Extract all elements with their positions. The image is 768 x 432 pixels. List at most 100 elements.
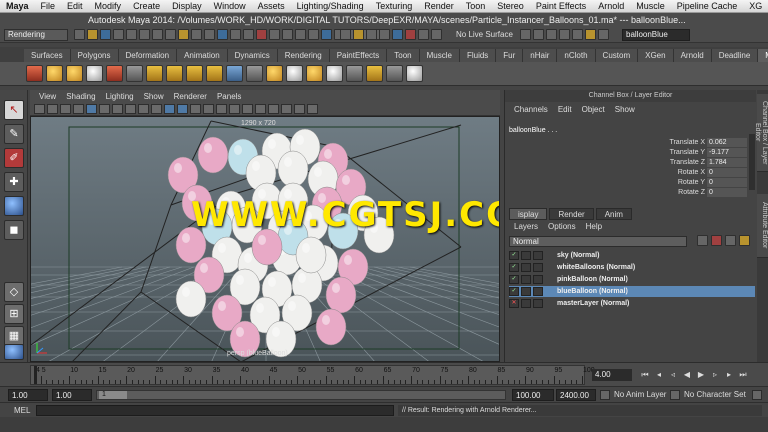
shelf-tab-polygons[interactable]: Polygons [70,49,119,62]
paint-select-tool-icon[interactable]: ✐ [4,148,24,168]
ibl-icon[interactable] [26,65,43,82]
layer-row[interactable]: ✕ masterLayer (Normal) [509,298,755,309]
attribute-row[interactable]: Translate X 0.062 [625,138,755,147]
range-bar[interactable]: 1 [96,390,506,400]
mask-dynamics-icon[interactable] [256,29,267,40]
shelf-tab-deformation[interactable]: Deformation [118,49,178,62]
smooth-shade-icon[interactable] [177,103,188,114]
layer-row[interactable]: ✓ sky (Normal) [509,250,755,261]
open-scene-icon[interactable] [87,29,98,40]
layer-menu-help[interactable]: Help [581,222,607,231]
balloon[interactable] [197,136,229,174]
image-plane-icon[interactable] [73,103,84,114]
attribute-row[interactable]: Rotate Y0 [625,178,755,187]
select-camera-icon[interactable] [34,103,45,114]
new-layer-from-selection-icon[interactable] [725,235,736,246]
move-tool-icon[interactable]: ✚ [4,172,24,192]
hypershade-icon[interactable] [392,29,403,40]
anim-layer-select[interactable]: No Anim Layer [614,389,666,401]
go-to-end-icon[interactable]: ⏭ [738,370,748,380]
outliner-layout-icon[interactable] [4,344,24,360]
snap-grid-icon[interactable] [321,29,332,40]
resolution-gate-icon[interactable] [112,103,123,114]
balloon[interactable] [315,308,347,346]
current-time-marker[interactable] [34,366,37,384]
layer-menu-options[interactable]: Options [543,222,581,231]
node-name[interactable]: balloonBlue . . . [505,126,756,136]
xray-joints-icon[interactable] [255,103,266,114]
preferences-icon[interactable] [752,390,762,400]
soccer-ball-icon[interactable] [306,65,323,82]
redo-icon[interactable] [126,29,137,40]
render-layers-icon[interactable] [206,65,223,82]
arnold-render-icon[interactable] [405,29,416,40]
layer-visibility-icon[interactable]: ✓ [509,287,519,296]
anti-aliasing-icon[interactable] [307,103,318,114]
panel-menu-renderer[interactable]: Renderer [169,92,212,101]
layer-tab-isplay[interactable]: isplay [509,208,548,220]
go-to-start-icon[interactable]: ⏮ [640,370,650,380]
attribute-value[interactable]: 0 [707,168,747,177]
rename-icon[interactable] [431,29,442,40]
mask-surfaces-icon[interactable] [230,29,241,40]
menu-pipeline-cache[interactable]: Pipeline Cache [671,1,744,11]
sidebar-toggle-icon[interactable] [585,29,596,40]
field-chart-icon[interactable] [138,103,149,114]
gate-mask-icon[interactable] [125,103,136,114]
dice-icon[interactable] [366,65,383,82]
layer-menu-layers[interactable]: Layers [509,222,543,231]
ipr-render-icon[interactable] [366,29,377,40]
layer-color-icon[interactable] [533,287,543,296]
layer-visibility-icon[interactable]: ✓ [509,275,519,284]
layer-playback-icon[interactable] [521,275,531,284]
shelf-tab-deadline[interactable]: Deadline [711,49,759,62]
current-frame-field[interactable]: 4.00 [592,369,632,381]
layer-visibility-icon[interactable]: ✓ [509,251,519,260]
layer-row[interactable]: ✓ pinkBalloon (Normal) [509,274,755,285]
step-forward-icon[interactable]: ▸ [724,370,734,380]
play-forwards-icon[interactable]: ▶ [696,370,706,380]
textured-icon[interactable] [203,103,214,114]
select-component-icon[interactable] [165,29,176,40]
panel-menu-view[interactable]: View [34,92,61,101]
balloon[interactable] [295,236,327,274]
grass-icon[interactable] [386,65,403,82]
channel-menu-channels[interactable]: Channels [509,105,553,114]
menu-window[interactable]: Window [208,1,252,11]
sky-icon[interactable] [226,65,243,82]
point-light-icon[interactable] [66,65,83,82]
mxi-icon[interactable] [326,65,343,82]
anim-layer-icon[interactable] [600,390,610,400]
layer-playback-icon[interactable] [521,263,531,272]
shelf-tab-animation[interactable]: Animation [177,49,228,62]
select-hierarchy-icon[interactable] [139,29,150,40]
mask-joints-icon[interactable] [204,29,215,40]
material-icon[interactable] [106,65,123,82]
wireframe-icon[interactable] [164,103,175,114]
channel-menu-object[interactable]: Object [577,105,610,114]
single-pane-layout-icon[interactable]: ◇ [4,282,24,302]
shelf-tab-xgen[interactable]: XGen [638,49,674,62]
save-scene-icon[interactable] [100,29,111,40]
menu-arnold[interactable]: Arnold [592,1,630,11]
range-handle[interactable]: 1 [99,391,127,399]
menu-set-select[interactable]: Rendering [4,29,68,41]
menu-display[interactable]: Display [166,1,208,11]
sphere-icon[interactable] [286,65,303,82]
safe-action-icon[interactable] [151,103,162,114]
menu-stereo[interactable]: Stereo [491,1,530,11]
shelf-tab-arnold[interactable]: Arnold [673,49,712,62]
layer-playback-icon[interactable] [521,251,531,260]
panel-menu-shading[interactable]: Shading [61,92,100,101]
shelf-tab-ncloth[interactable]: nCloth [557,49,596,62]
menu-lighting-shading[interactable]: Lighting/Shading [291,1,370,11]
mask-icon[interactable] [178,29,189,40]
menu-modify[interactable]: Modify [89,1,128,11]
menu-toon[interactable]: Toon [460,1,492,11]
bulb-light-icon[interactable] [266,65,283,82]
layer-color-icon[interactable] [533,275,543,284]
attribute-row[interactable]: Rotate Z0 [625,188,755,197]
attribute-value[interactable]: 1.784 [707,158,747,167]
layer-row[interactable]: ✓ blueBalloon (Normal) [509,286,755,297]
command-input[interactable] [36,405,394,416]
